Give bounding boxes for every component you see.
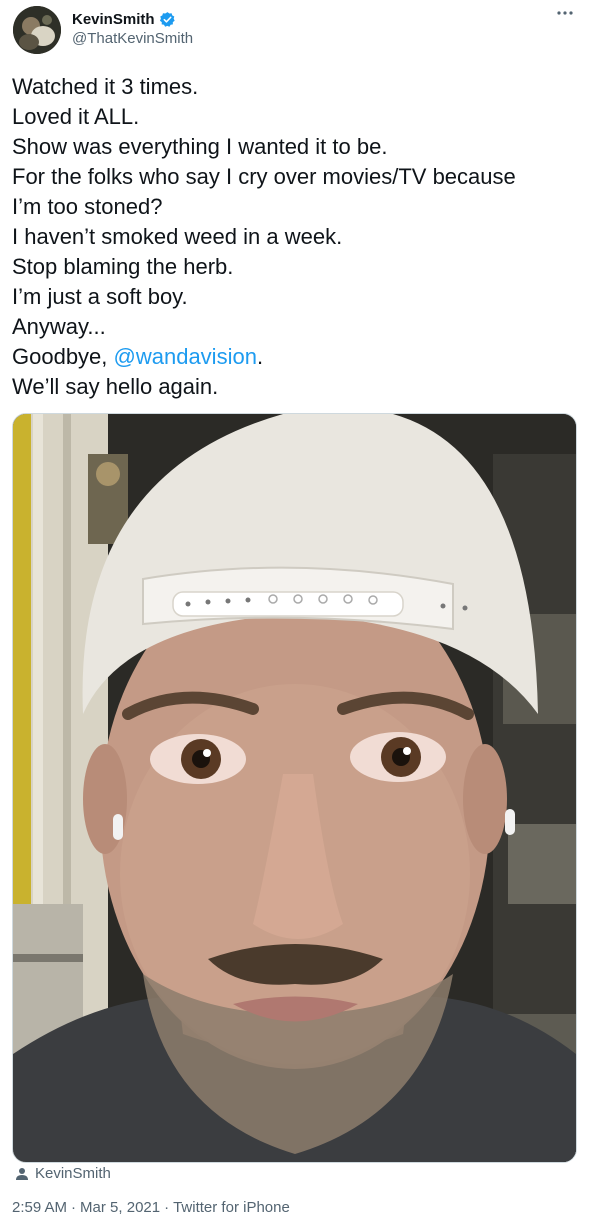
tweet-source[interactable]: Twitter for iPhone — [173, 1199, 290, 1216]
tweet-date[interactable]: Mar 5, 2021 — [80, 1199, 160, 1216]
tweet-line: For the folks who say I cry over movies/… — [12, 164, 516, 189]
tweet-photo[interactable] — [12, 413, 577, 1163]
avatar-image — [13, 6, 61, 54]
meta-separator: · — [164, 1199, 170, 1216]
tweet-line: I haven’t smoked weed in a week. — [12, 224, 343, 249]
tweet-line: Watched it 3 times. — [12, 74, 199, 99]
author-info: KevinSmith @ThatKevinSmith — [72, 9, 193, 48]
tweet-line: Anyway... — [12, 314, 106, 339]
tweet-time[interactable]: 2:59 AM — [12, 1199, 67, 1216]
author-avatar[interactable] — [13, 6, 61, 54]
tweet-metadata: 2:59 AM · Mar 5, 2021 · Twitter for iPho… — [12, 1199, 290, 1216]
tweet-line: We’ll say hello again. — [12, 374, 219, 399]
tweet-line: Loved it ALL. — [12, 104, 140, 129]
tweet-text: Watched it 3 times. Loved it ALL. Show w… — [12, 72, 582, 402]
author-handle[interactable]: @ThatKevinSmith — [72, 30, 193, 47]
tweet-line: Stop blaming the herb. — [12, 254, 234, 279]
tweet-line-goodbye: Goodbye, @wandavision. — [12, 342, 582, 372]
tweet-line: Show was everything I wanted it to be. — [12, 134, 388, 159]
more-options-icon[interactable] — [556, 4, 574, 28]
mention-link[interactable]: @wandavision — [114, 344, 257, 369]
tagged-user-name[interactable]: KevinSmith — [35, 1165, 111, 1182]
person-icon — [15, 1167, 29, 1181]
goodbye-text: Goodbye, — [12, 344, 114, 369]
author-name[interactable]: KevinSmith — [72, 11, 155, 28]
selfie-photo-illustration — [13, 414, 576, 1162]
mention-suffix: . — [256, 344, 264, 369]
verified-badge-icon — [159, 11, 176, 28]
tagged-people[interactable]: KevinSmith — [15, 1165, 111, 1182]
tweet-line: I’m too stoned? — [12, 194, 163, 219]
meta-separator: · — [71, 1199, 77, 1216]
tweet-line: I’m just a soft boy. — [12, 284, 188, 309]
